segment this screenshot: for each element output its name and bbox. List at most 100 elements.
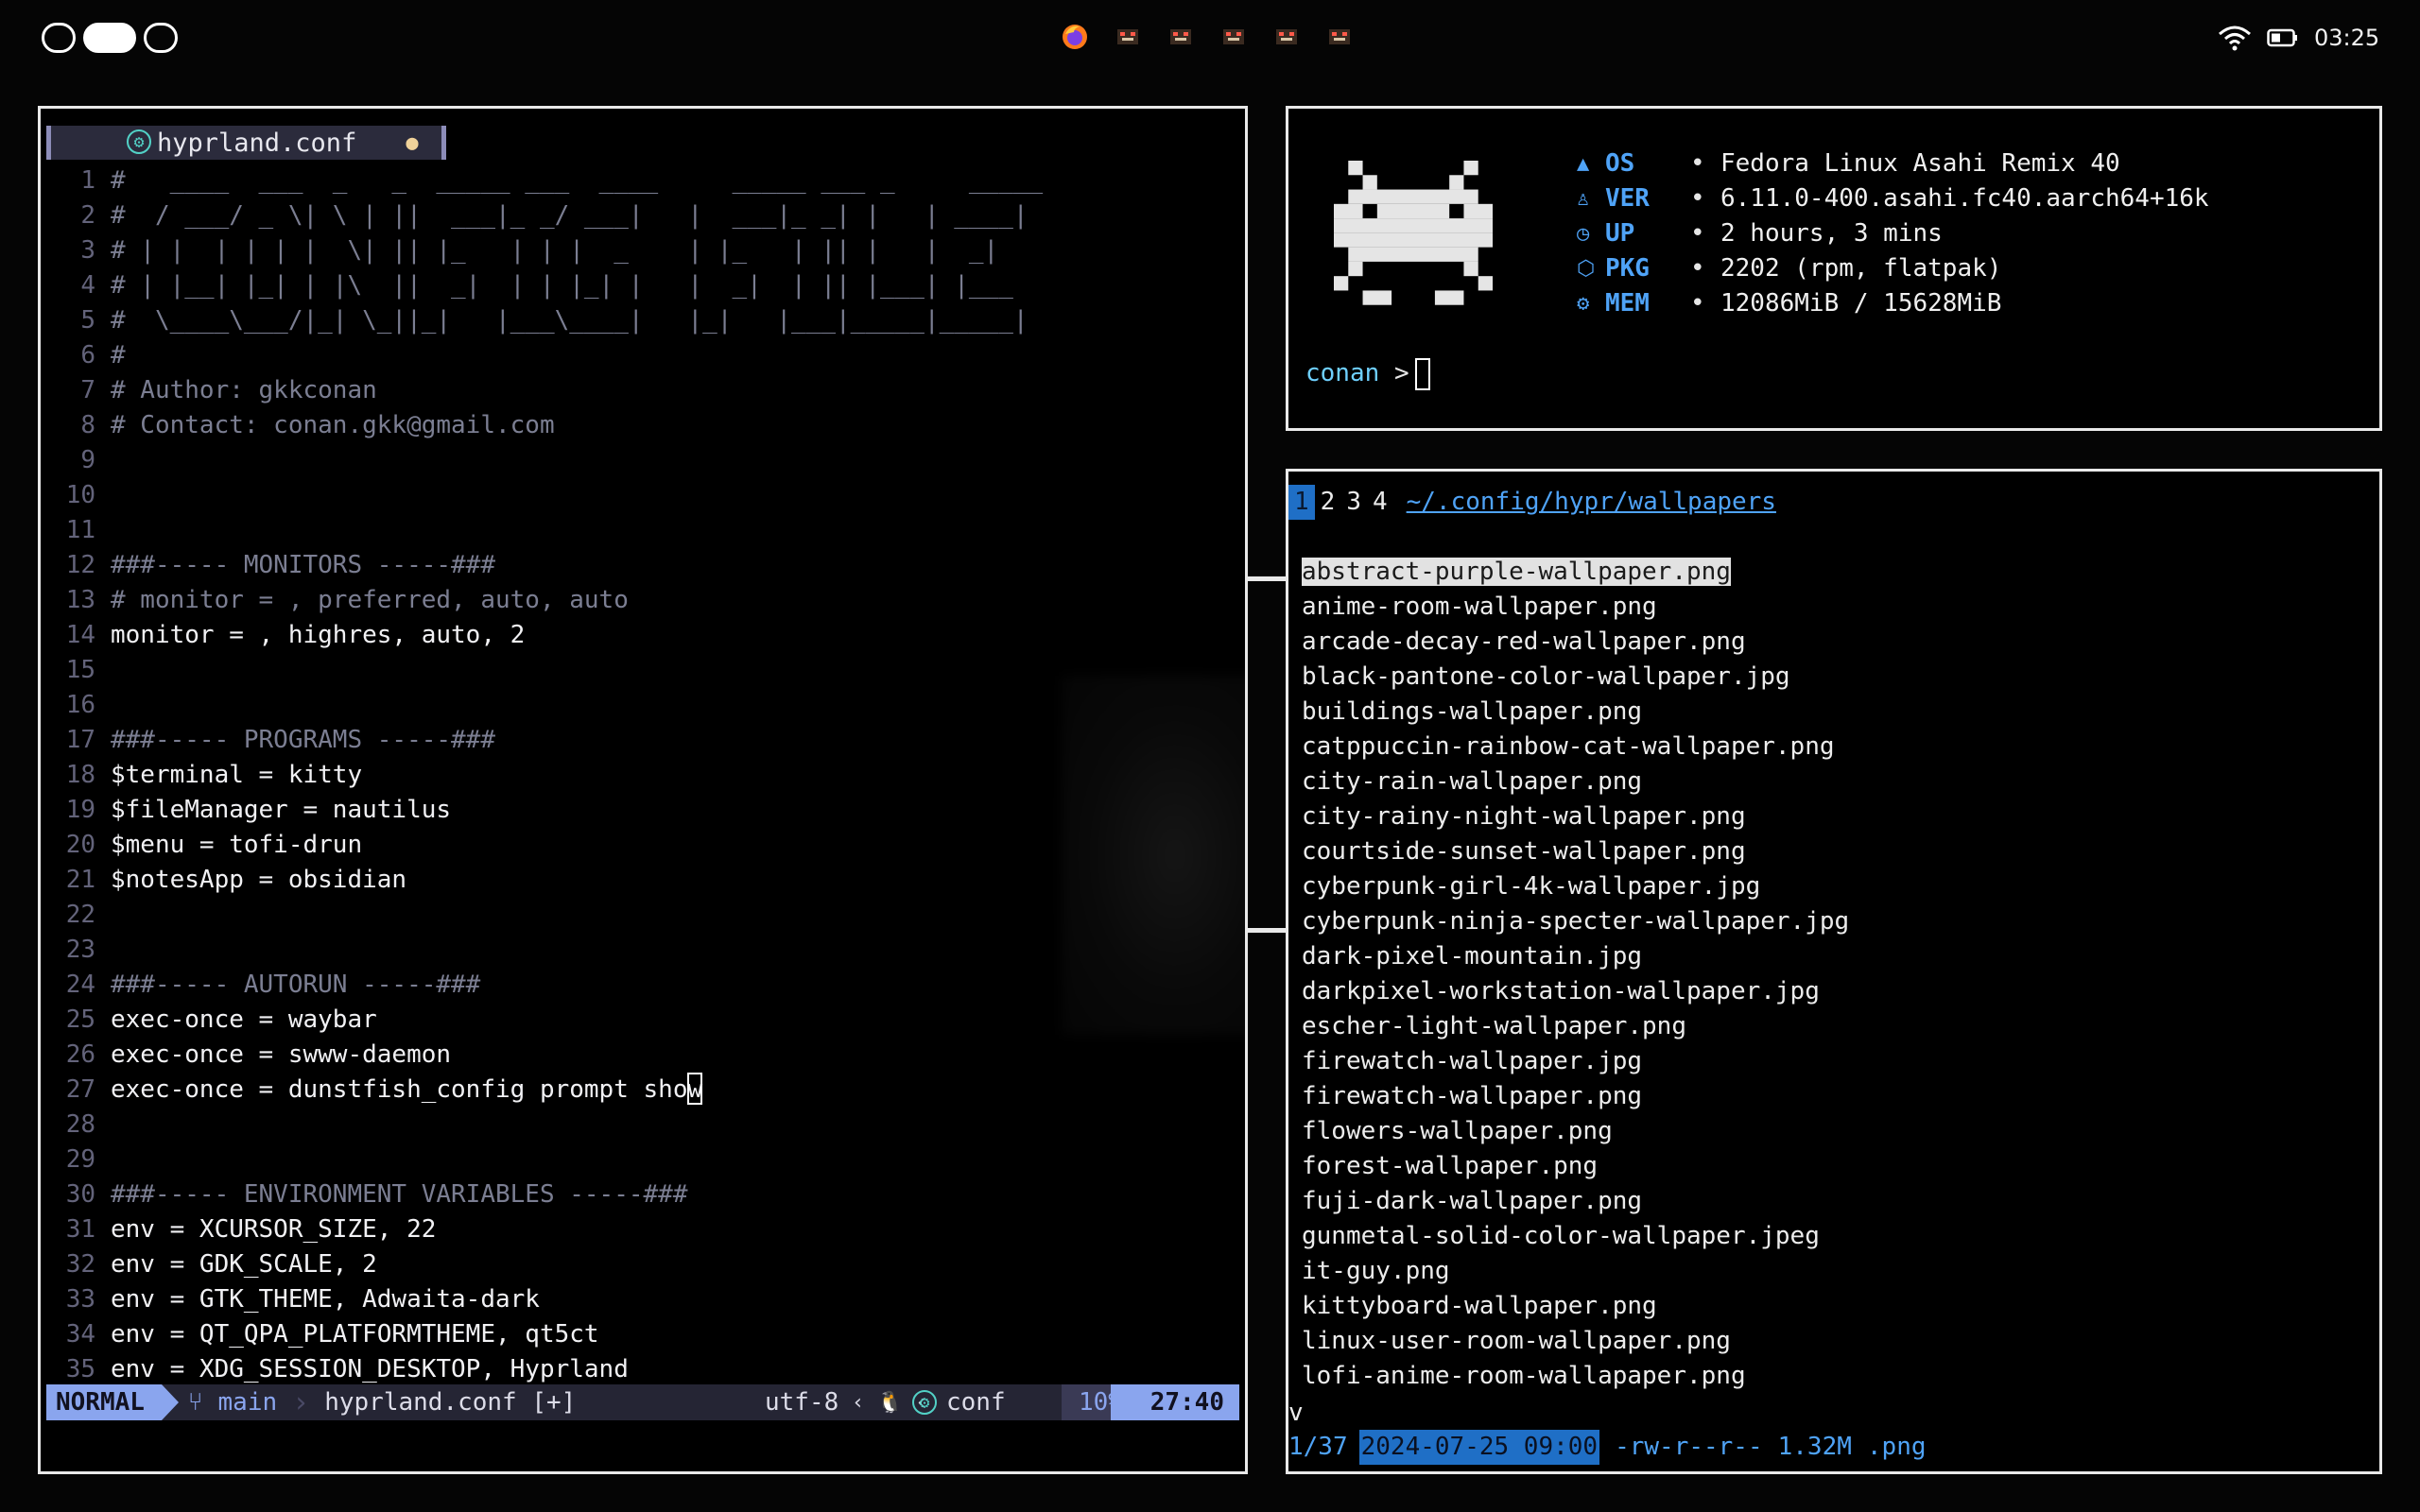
info-value: 2202 (rpm, flatpak) (1720, 254, 2002, 283)
code-line[interactable]: 7 # Author: gkkconan (41, 373, 1245, 408)
list-item[interactable]: darkpixel-workstation-wallpaper.jpg (1302, 974, 1849, 1009)
system-info: ▲ OS • Fedora Linux Asahi Remix 40 ♙ VER • 6.11… (1577, 146, 2209, 321)
list-item[interactable]: courtside-sunset-wallpaper.png (1302, 834, 1849, 869)
code-line[interactable]: 18 $terminal = kitty (41, 758, 1245, 793)
list-item[interactable]: gunmetal-solid-color-wallpaper.jpeg (1302, 1219, 1849, 1254)
list-item[interactable]: black-pantone-color-wallpaper.jpg (1302, 660, 1849, 695)
wifi-icon[interactable] (2218, 19, 2252, 57)
file-size: 1.32M (1777, 1433, 1852, 1461)
code-line[interactable]: 31 env = XCURSOR_SIZE, 22 (41, 1212, 1245, 1247)
workspace-1[interactable] (42, 23, 76, 53)
list-item[interactable]: flowers-wallpaper.png (1302, 1114, 1849, 1149)
line-number: 35 (65, 1355, 95, 1383)
list-item[interactable]: cyberpunk-ninja-specter-wallpaper.jpg (1302, 904, 1849, 939)
line-number: 11 (65, 516, 95, 544)
panel-connector (1248, 928, 1286, 933)
list-item[interactable]: firewatch-wallpaper.png (1302, 1079, 1849, 1114)
current-path[interactable]: ~/.config/hypr/wallpapers (1407, 485, 1776, 520)
terminal-icon[interactable] (1323, 21, 1356, 53)
list-item[interactable]: escher-light-wallpaper.png (1302, 1009, 1849, 1044)
file-name: flowers-wallpaper.png (1302, 1117, 1613, 1145)
battery-icon[interactable] (2267, 19, 2299, 57)
list-item[interactable]: abstract-purple-wallpaper.png (1302, 555, 1849, 590)
code-line[interactable]: 22 (41, 898, 1245, 933)
tab-4[interactable]: 4 (1367, 485, 1393, 520)
code-line[interactable]: 17 ###----- PROGRAMS -----### (41, 723, 1245, 758)
terminal-icon[interactable] (1218, 21, 1250, 53)
terminal-fetch[interactable]: ▲ OS • Fedora Linux Asahi Remix 40 ♙ VER • 6.11… (1286, 106, 2382, 431)
code-line[interactable]: 23 (41, 933, 1245, 968)
list-item[interactable]: kittyboard-wallpaper.png (1302, 1289, 1849, 1324)
git-branch: main (217, 1388, 278, 1417)
code-line[interactable]: 9 (41, 443, 1245, 478)
code-line[interactable]: 16 (41, 688, 1245, 723)
shell-prompt[interactable]: conan > (1305, 356, 1430, 391)
list-item[interactable]: catppuccin-rainbow-cat-wallpaper.png (1302, 730, 1849, 765)
list-item[interactable]: dark-pixel-mountain.jpg (1302, 939, 1849, 974)
code-line[interactable]: 2 # / ___/ _ \| \ | || ___|_ _/ ___| | __… (41, 198, 1245, 233)
code-line[interactable]: 6 # (41, 338, 1245, 373)
list-item[interactable]: buildings-wallpaper.png (1302, 695, 1849, 730)
line-number: 30 (65, 1180, 95, 1209)
tab-1[interactable]: 1 (1288, 485, 1315, 520)
firefox-icon[interactable] (1059, 21, 1091, 53)
info-separator: • (1690, 254, 1705, 283)
file-manager[interactable]: 1234 ~/.config/hypr/wallpapers abstract-… (1286, 469, 2382, 1474)
list-item[interactable]: firewatch-wallpaper.jpg (1302, 1044, 1849, 1079)
code-line[interactable]: 14 monitor = , highres, auto, 2 (41, 618, 1245, 653)
code-line[interactable]: 35 env = XDG_SESSION_DESKTOP, Hyprland (41, 1352, 1245, 1387)
code-line[interactable]: 29 (41, 1143, 1245, 1177)
code-line[interactable]: 24 ###----- AUTORUN -----### (41, 968, 1245, 1003)
code-line[interactable]: 26 exec-once = swww-daemon (41, 1038, 1245, 1073)
code-line[interactable]: 5 # \____\___/|_| \_||_| |___\____| |_| |… (41, 303, 1245, 338)
code-line[interactable]: 32 env = GDK_SCALE, 2 (41, 1247, 1245, 1282)
file-list[interactable]: abstract-purple-wallpaper.png anime-room-… (1302, 555, 1849, 1394)
file-name: kittyboard-wallpaper.png (1302, 1292, 1657, 1320)
list-item[interactable]: arcade-decay-red-wallpaper.png (1302, 625, 1849, 660)
list-item[interactable]: city-rainy-night-wallpaper.png (1302, 799, 1849, 834)
code-line[interactable]: 11 (41, 513, 1245, 548)
list-item[interactable]: cyberpunk-girl-4k-wallpaper.jpg (1302, 869, 1849, 904)
code-line[interactable]: 27 exec-once = dunstfish_config prompt sh… (41, 1073, 1245, 1108)
clock[interactable]: 03:25 (2314, 19, 2379, 57)
code-line[interactable]: 20 $menu = tofi-drun (41, 828, 1245, 863)
code-line[interactable]: 8 # Contact: conan.gkk@gmail.com (41, 408, 1245, 443)
workspace-3[interactable] (144, 23, 178, 53)
code-line[interactable]: 19 $fileManager = nautilus (41, 793, 1245, 828)
code-line[interactable]: 21 $notesApp = obsidian (41, 863, 1245, 898)
list-item[interactable]: fuji-dark-wallpaper.png (1302, 1184, 1849, 1219)
code-line[interactable]: 25 exec-once = waybar (41, 1003, 1245, 1038)
code-line[interactable]: 1 # ____ ___ _ _ _____ ___ ____ _____ ___… (41, 163, 1245, 198)
buffer-tab[interactable]: ⚙ hyprland.conf ● (46, 126, 446, 160)
code-line[interactable]: 10 (41, 478, 1245, 513)
code-line[interactable]: 15 (41, 653, 1245, 688)
code-line[interactable]: 3 # | | | | | | \| || |_ | | | _ | |_ | |… (41, 233, 1245, 268)
list-item[interactable]: it-guy.png (1302, 1254, 1849, 1289)
workspace-2-active[interactable] (83, 23, 136, 53)
terminal-icon[interactable] (1112, 21, 1144, 53)
code-area[interactable]: 1 # ____ ___ _ _ _____ ___ ____ _____ ___… (41, 163, 1245, 1387)
tab-2[interactable]: 2 (1315, 485, 1341, 520)
list-item[interactable]: anime-room-wallpaper.png (1302, 590, 1849, 625)
code-line[interactable]: 13 # monitor = , preferred, auto, auto (41, 583, 1245, 618)
list-item[interactable]: forest-wallpaper.png (1302, 1149, 1849, 1184)
list-item[interactable]: lofi-anime-room-wallapaper.png (1302, 1359, 1849, 1394)
terminal-icon[interactable] (1165, 21, 1197, 53)
code-line[interactable]: 33 env = GTK_THEME, Adwaita-dark (41, 1282, 1245, 1317)
list-item[interactable]: city-rain-wallpaper.png (1302, 765, 1849, 799)
code-line[interactable]: 30 ###----- ENVIRONMENT VARIABLES -----##… (41, 1177, 1245, 1212)
line-number: 7 (80, 376, 95, 404)
list-item[interactable]: linux-user-room-wallpaper.png (1302, 1324, 1849, 1359)
top-bar: 03:25 (0, 0, 2420, 76)
tab-filename: hyprland.conf (157, 128, 357, 158)
code-line[interactable]: 34 env = QT_QPA_PLATFORMTHEME, qt5ct (41, 1317, 1245, 1352)
code-line[interactable]: 4 # | |__| |_| | |\ || _| | | |_| | | _| … (41, 268, 1245, 303)
file-name: it-guy.png (1302, 1257, 1450, 1285)
line-text: $fileManager = nautilus (111, 796, 452, 824)
editor-window[interactable]: ⚙ hyprland.conf ● 1 # ____ ___ _ _ _____ … (38, 106, 1248, 1474)
code-line[interactable]: 12 ###----- MONITORS -----### (41, 548, 1245, 583)
terminal-icon[interactable] (1270, 21, 1303, 53)
info-key: PKG (1605, 254, 1650, 283)
code-line[interactable]: 28 (41, 1108, 1245, 1143)
tab-3[interactable]: 3 (1340, 485, 1367, 520)
